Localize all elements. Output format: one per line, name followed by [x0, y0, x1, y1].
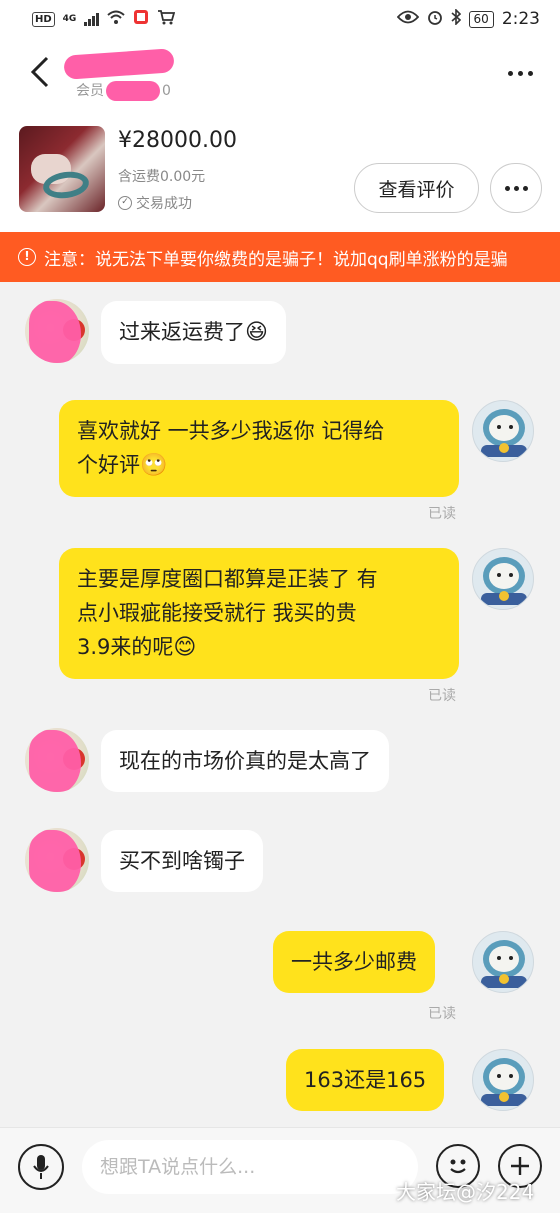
message-text: 买不到啥镯子 — [119, 849, 245, 873]
my-avatar[interactable] — [472, 1049, 534, 1111]
status-bar: HD 4G 60 2:23 — [0, 0, 560, 38]
message-line: 主要是厚度圈口都算是正装了 有 — [77, 567, 378, 591]
message-line: 喜欢就好 一共多少我返你 记得给 — [77, 419, 385, 443]
message-bubble[interactable]: 买不到啥镯子 — [101, 830, 263, 892]
avatar-badge — [499, 443, 509, 453]
message-text: 过来返运费了 — [119, 320, 245, 344]
product-card[interactable] — [0, 110, 560, 232]
deal-status-label: 交易成功 — [136, 196, 192, 212]
member-suffix: 0 — [162, 83, 171, 99]
eye-icon — [396, 9, 419, 29]
eye-roll-emoji-icon: 🙄 — [140, 453, 168, 478]
avatar-eye — [497, 1074, 501, 1078]
member-info: 会员 0 — [76, 80, 171, 101]
avatar-eye — [509, 956, 513, 960]
message-bubble[interactable]: 主要是厚度圈口都算是正装了 有 点小瑕疵能接受就行 我买的贵 3.9来的呢😊 — [59, 548, 459, 679]
member-label: 会员 — [76, 83, 104, 99]
chat-messages[interactable]: 过来返运费了😆 喜欢就好 一共多少我返你 记得给 个好评🙄 已读 主要是厚度圈口… — [0, 282, 560, 1127]
more-options-button[interactable] — [500, 56, 540, 90]
avatar-redaction — [29, 830, 81, 892]
microphone-icon — [33, 1155, 49, 1179]
redacted-username — [63, 48, 175, 80]
chat-header: 会员 0 — [0, 38, 560, 110]
more-dot-icon — [522, 185, 528, 191]
avatar-face — [489, 563, 519, 589]
network-type: 4G — [62, 13, 77, 24]
check-circle-icon: ✓ — [118, 196, 132, 210]
avatar-redaction — [29, 301, 81, 363]
message-bubble[interactable]: 过来返运费了😆 — [101, 301, 286, 364]
avatar-badge — [499, 1092, 509, 1102]
back-button[interactable] — [20, 52, 60, 92]
sender-avatar[interactable] — [25, 299, 89, 363]
avatar-eye — [509, 573, 513, 577]
wifi-icon — [107, 10, 125, 28]
avatar-eye — [497, 956, 501, 960]
my-avatar[interactable] — [472, 931, 534, 993]
view-review-button[interactable]: 查看评价 — [354, 163, 479, 213]
more-dot-icon — [513, 185, 519, 191]
deal-status: ✓ 交易成功 — [118, 193, 192, 213]
back-arrow-icon — [30, 56, 49, 88]
more-dot-icon — [527, 70, 533, 76]
message-bubble[interactable]: 喜欢就好 一共多少我返你 记得给 个好评🙄 — [59, 400, 459, 497]
message-bubble[interactable]: 一共多少邮费 — [273, 931, 435, 993]
product-more-button[interactable] — [490, 163, 542, 213]
avatar-eye — [497, 573, 501, 577]
product-thumbnail[interactable] — [19, 126, 105, 212]
more-dot-icon — [507, 70, 513, 76]
product-price: ¥28000.00 — [118, 128, 237, 153]
avatar-redaction — [29, 730, 81, 792]
avatar-eye — [509, 1074, 513, 1078]
app-notification-icon — [133, 9, 149, 30]
message-line: 3.9来的呢 — [77, 635, 174, 659]
avatar-face — [489, 946, 519, 972]
message-line: 个好评 — [77, 453, 140, 477]
status-bar-left: HD 4G — [32, 9, 176, 30]
avatar-eye — [509, 425, 513, 429]
laughing-emoji-icon: 😆 — [245, 320, 268, 345]
avatar-badge — [499, 591, 509, 601]
my-avatar[interactable] — [472, 400, 534, 462]
alarm-icon — [427, 9, 443, 30]
cart-icon — [157, 9, 176, 30]
my-avatar[interactable] — [472, 548, 534, 610]
redacted-member-level — [106, 81, 160, 101]
avatar-badge — [499, 974, 509, 984]
message-bubble[interactable]: 163还是165 — [286, 1049, 445, 1111]
signal-icon — [84, 12, 100, 26]
message-text: 163还是165 — [304, 1068, 427, 1092]
more-dot-icon — [517, 70, 523, 76]
scam-warning-text: 注意：说无法下单要你缴费的是骗子！说加qq刷单涨粉的是骗 — [44, 249, 508, 270]
bluetooth-icon — [451, 7, 461, 30]
watermark: 大家坛@汐224 — [396, 1180, 535, 1204]
message-line: 点小瑕疵能接受就行 我买的贵 — [77, 601, 357, 625]
shipping-info: 含运费0.00元 — [118, 169, 206, 185]
message-bubble[interactable]: 现在的市场价真的是太高了 — [101, 730, 389, 792]
scam-warning-banner: ! 注意：说无法下单要你缴费的是骗子！说加qq刷单涨粉的是骗 — [0, 232, 560, 282]
avatar-face — [489, 415, 519, 441]
message-text: 一共多少邮费 — [291, 950, 417, 974]
warning-icon: ! — [18, 248, 36, 266]
plus-icon — [511, 1157, 529, 1175]
sender-avatar[interactable] — [25, 828, 89, 892]
smile-emoji-icon: 😊 — [173, 635, 197, 660]
avatar-eye — [497, 425, 501, 429]
sender-avatar[interactable] — [25, 728, 89, 792]
status-bar-right: 60 2:23 — [396, 7, 540, 30]
message-text: 现在的市场价真的是太高了 — [119, 749, 371, 773]
battery-icon: 60 — [468, 10, 494, 28]
read-receipt: 已读 — [428, 688, 456, 704]
read-receipt: 已读 — [428, 506, 456, 522]
message-input[interactable] — [82, 1140, 418, 1194]
avatar-face — [489, 1064, 519, 1090]
more-dot-icon — [504, 185, 510, 191]
voice-input-button[interactable] — [18, 1144, 64, 1190]
hd-badge: HD — [32, 11, 55, 27]
read-receipt: 已读 — [428, 1006, 456, 1022]
clock: 2:23 — [501, 9, 540, 29]
